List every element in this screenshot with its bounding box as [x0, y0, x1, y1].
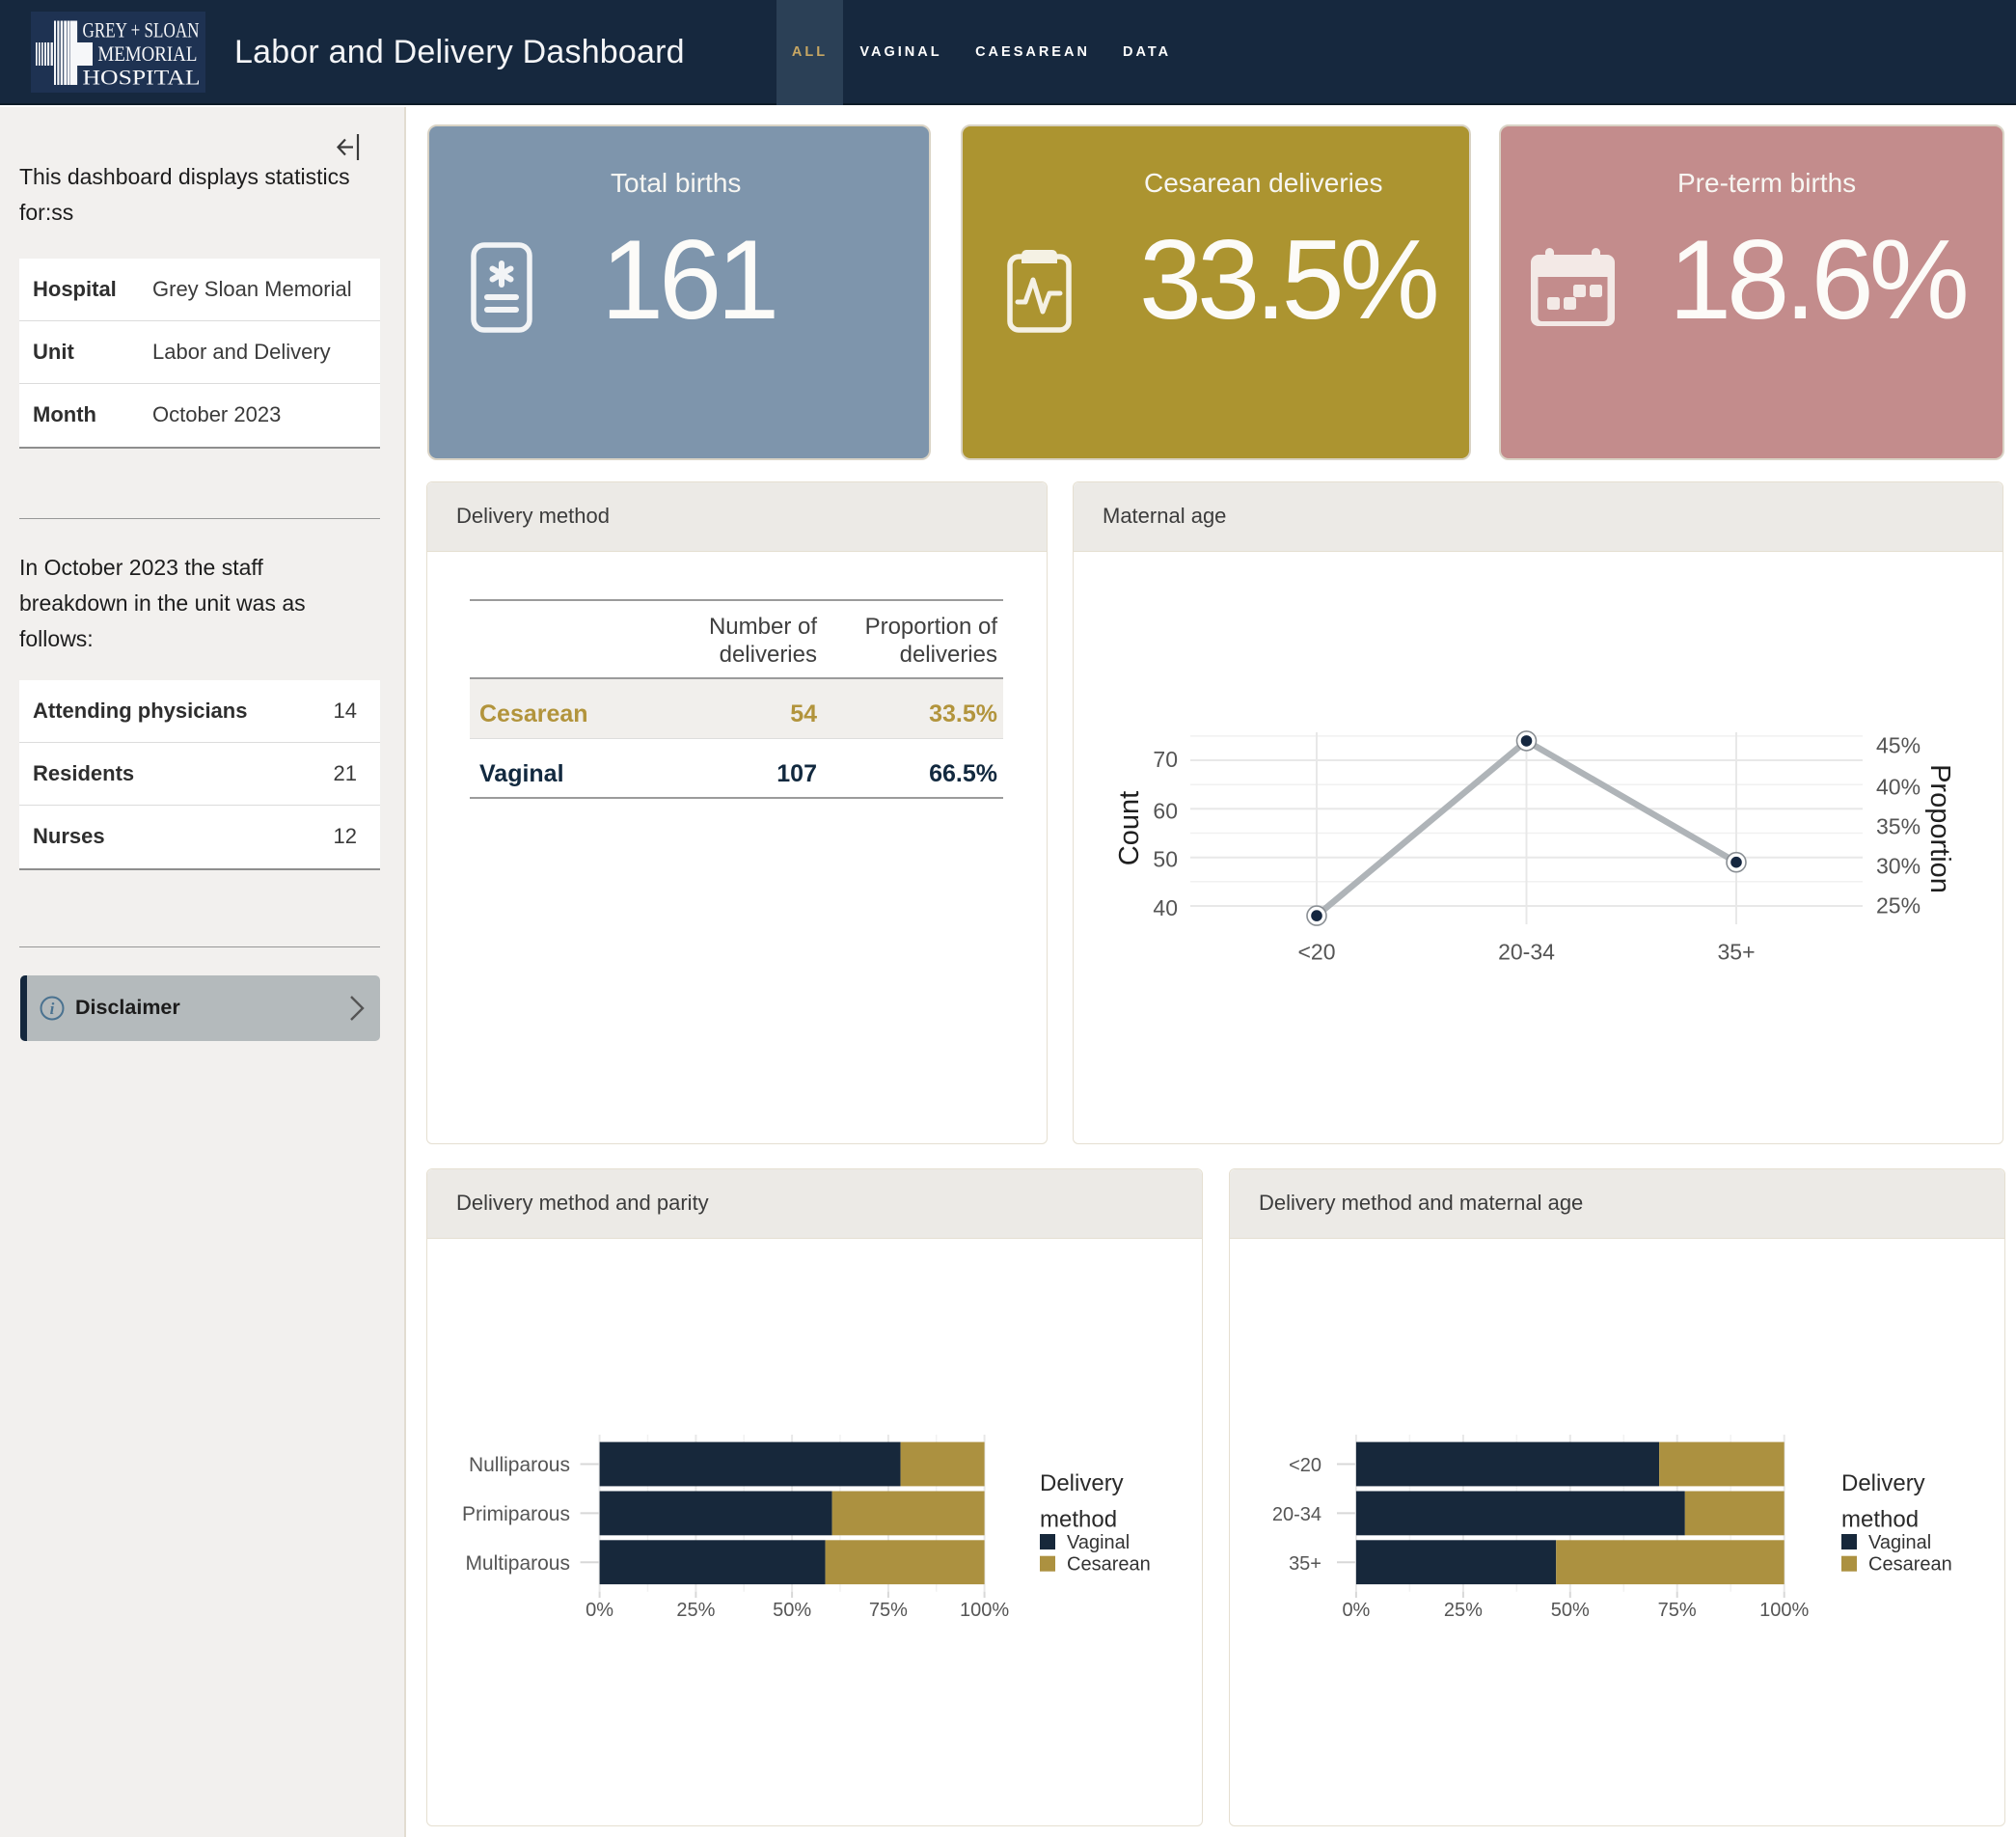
svg-text:100%: 100% [960, 1600, 1009, 1621]
svg-text:<20: <20 [1297, 939, 1335, 964]
svg-text:45%: 45% [1876, 732, 1921, 757]
svg-text:Delivery: Delivery [1841, 1470, 1925, 1496]
svg-text:35+: 35+ [1289, 1553, 1321, 1575]
svg-text:100%: 100% [1759, 1600, 1809, 1621]
svg-text:70: 70 [1153, 747, 1178, 772]
svg-text:<20: <20 [1289, 1455, 1321, 1476]
svg-text:Cesarean: Cesarean [1868, 1554, 1952, 1576]
svg-text:Count: Count [1114, 791, 1145, 865]
svg-text:25%: 25% [676, 1600, 715, 1621]
svg-text:GREY + SLOAN: GREY + SLOAN [83, 18, 200, 42]
svg-text:50%: 50% [773, 1600, 811, 1621]
svg-text:Vaginal: Vaginal [1067, 1532, 1130, 1553]
svg-text:Nulliparous: Nulliparous [469, 1454, 570, 1476]
svg-text:method: method [1841, 1507, 1919, 1533]
svg-text:75%: 75% [1658, 1600, 1697, 1621]
svg-text:40%: 40% [1876, 774, 1921, 799]
svg-text:0%: 0% [586, 1600, 613, 1621]
svg-text:20-34: 20-34 [1272, 1504, 1321, 1525]
svg-text:75%: 75% [869, 1600, 908, 1621]
svg-text:0%: 0% [1342, 1600, 1370, 1621]
svg-text:HOSPITAL: HOSPITAL [83, 65, 201, 89]
svg-text:60: 60 [1153, 798, 1178, 823]
svg-text:50%: 50% [1551, 1600, 1590, 1621]
svg-text:30%: 30% [1876, 853, 1921, 878]
svg-text:Cesarean: Cesarean [1067, 1554, 1151, 1576]
svg-text:35+: 35+ [1717, 939, 1755, 964]
svg-text:25%: 25% [1876, 892, 1921, 918]
svg-text:20-34: 20-34 [1498, 939, 1555, 964]
svg-text:40: 40 [1153, 895, 1178, 920]
svg-text:Multiparous: Multiparous [465, 1552, 570, 1575]
svg-text:35%: 35% [1876, 813, 1921, 838]
svg-text:Primiparous: Primiparous [462, 1503, 570, 1525]
svg-text:method: method [1040, 1507, 1117, 1533]
svg-text:i: i [50, 1000, 55, 1018]
svg-text:MEMORIAL: MEMORIAL [97, 41, 197, 66]
svg-text:Delivery: Delivery [1040, 1470, 1124, 1496]
svg-text:25%: 25% [1444, 1600, 1483, 1621]
svg-text:50: 50 [1153, 847, 1178, 872]
svg-text:Vaginal: Vaginal [1868, 1532, 1931, 1553]
svg-text:Proportion: Proportion [1924, 764, 1955, 893]
